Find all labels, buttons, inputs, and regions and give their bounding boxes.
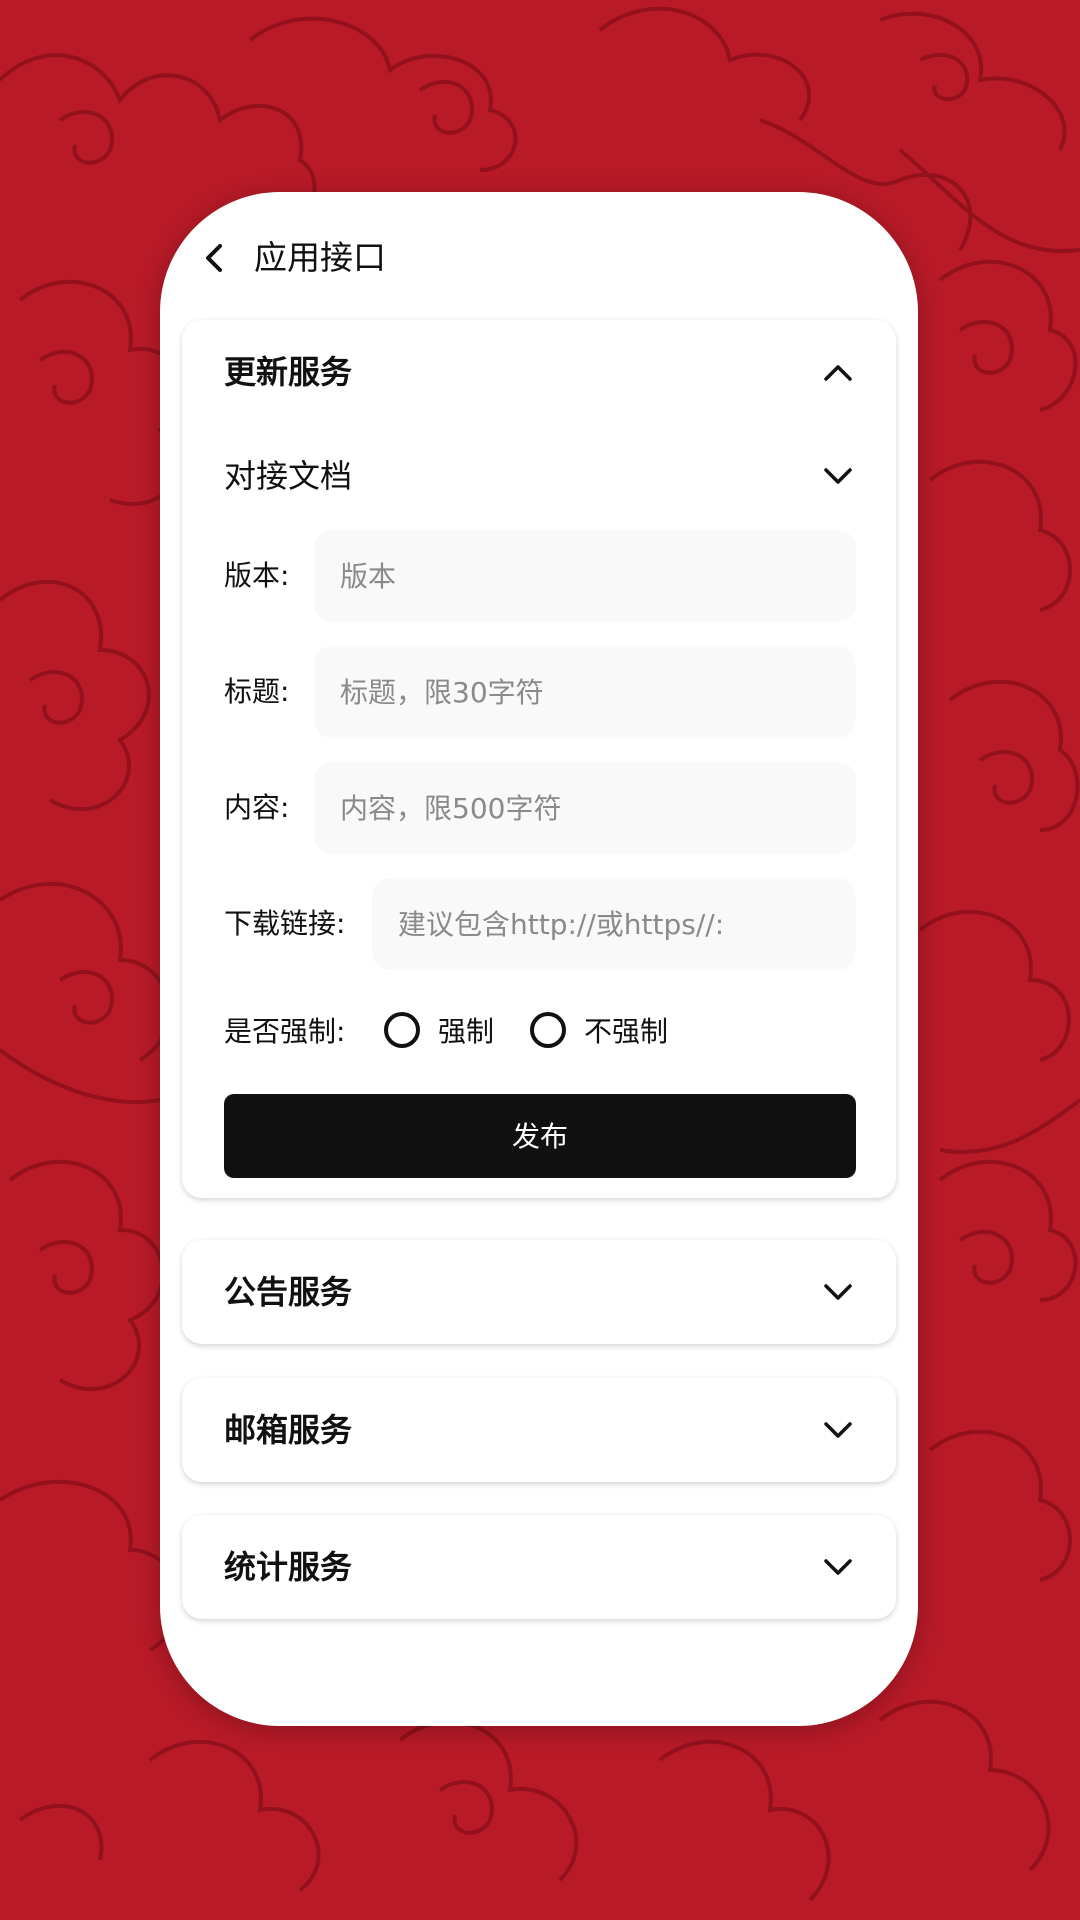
- app-card: 应用接口 更新服务 对接文档 版本: 标题: 内容:: [160, 192, 918, 1726]
- header-bar: 应用接口: [160, 192, 918, 320]
- version-row: 版本:: [224, 530, 856, 622]
- no-force-radio-option[interactable]: 不强制: [530, 1006, 690, 1058]
- update-service-header[interactable]: 更新服务: [182, 320, 896, 424]
- notice-service-header[interactable]: 公告服务: [182, 1240, 896, 1344]
- force-update-label: 是否强制:: [224, 1015, 346, 1048]
- stats-service-title: 统计服务: [224, 1548, 353, 1586]
- chevron-down-icon: [824, 1422, 852, 1438]
- download-link-row: 下载链接:: [224, 878, 856, 970]
- title-row: 标题:: [224, 646, 856, 738]
- chevron-up-icon: [824, 365, 852, 381]
- radio-button-no-force[interactable]: [530, 1012, 566, 1048]
- mail-service-panel[interactable]: 邮箱服务: [182, 1378, 896, 1482]
- notice-service-panel[interactable]: 公告服务: [182, 1240, 896, 1344]
- force-radio-label: 强制: [438, 1015, 495, 1048]
- content-row: 内容:: [224, 762, 856, 854]
- chevron-left-icon: [206, 244, 222, 272]
- version-label: 版本:: [224, 559, 290, 592]
- force-update-row: 是否强制: 强制 不强制: [224, 1006, 856, 1058]
- force-radio-option[interactable]: 强制: [384, 1006, 504, 1058]
- mail-service-header[interactable]: 邮箱服务: [182, 1378, 896, 1482]
- integration-doc-toggle[interactable]: 对接文档: [182, 424, 896, 528]
- version-input[interactable]: [314, 530, 856, 622]
- mail-service-title: 邮箱服务: [224, 1411, 353, 1449]
- radio-button-force[interactable]: [384, 1012, 420, 1048]
- title-label: 标题:: [224, 675, 290, 708]
- chevron-down-icon: [824, 468, 852, 484]
- update-service-title: 更新服务: [224, 353, 353, 391]
- download-link-input[interactable]: [372, 878, 856, 970]
- no-force-radio-label: 不强制: [584, 1015, 669, 1048]
- content-label: 内容:: [224, 791, 290, 824]
- stats-service-header[interactable]: 统计服务: [182, 1515, 896, 1619]
- stats-service-panel[interactable]: 统计服务: [182, 1515, 896, 1619]
- back-button[interactable]: [186, 228, 246, 288]
- integration-doc-label: 对接文档: [224, 457, 353, 495]
- publish-button[interactable]: 发布: [224, 1094, 856, 1178]
- update-service-panel: 更新服务 对接文档 版本: 标题: 内容: 下载链接:: [182, 320, 896, 1198]
- chevron-down-icon: [824, 1559, 852, 1575]
- page-title: 应用接口: [254, 238, 386, 277]
- notice-service-title: 公告服务: [224, 1273, 353, 1311]
- content-input[interactable]: [314, 762, 856, 854]
- title-input[interactable]: [314, 646, 856, 738]
- download-link-label: 下载链接:: [224, 907, 346, 940]
- chevron-down-icon: [824, 1284, 852, 1300]
